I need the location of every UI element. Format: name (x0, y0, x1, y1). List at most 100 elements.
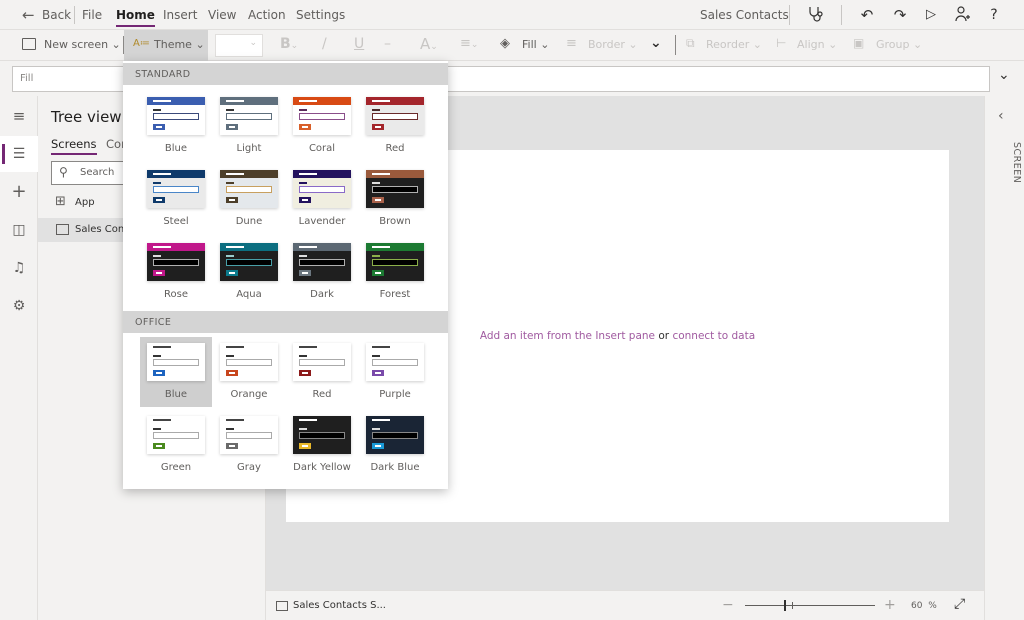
theme-tile-forest[interactable]: Forest (359, 237, 431, 307)
theme-flyout: STANDARD Blue Light Coral Red Steel Dune Laven… (123, 61, 448, 489)
theme-tile-dune[interactable]: Dune (213, 164, 285, 234)
theme-preview (293, 416, 351, 454)
strikethrough-button[interactable]: – (384, 36, 391, 52)
new-screen-label: New screen (44, 38, 109, 51)
back-button[interactable]: Back (42, 8, 71, 22)
preview-header-line (299, 419, 317, 421)
redo-icon[interactable]: ↷ (890, 5, 910, 25)
fit-to-window-icon[interactable]: ⤢ (954, 596, 965, 612)
theme-tile-red[interactable]: Red (286, 337, 358, 407)
theme-name: Dune (235, 216, 263, 227)
align-button[interactable]: Align ⌄ (797, 38, 837, 51)
zoom-unit: % (928, 601, 937, 611)
preview-header-line (372, 100, 390, 102)
menu-file[interactable]: File (82, 8, 102, 22)
theme-tile-blue[interactable]: Blue (140, 91, 212, 161)
theme-preview (293, 343, 351, 381)
zoom-slider-thumb[interactable] (784, 600, 786, 611)
menu-action[interactable]: Action (248, 8, 286, 22)
theme-tile-green[interactable]: Green (140, 410, 212, 480)
expand-formula-icon[interactable]: ⌄ (998, 67, 1010, 83)
screen-name[interactable]: Sales Contacts S... (293, 600, 386, 611)
tab-screens[interactable]: Screens (51, 137, 97, 155)
theme-name: Coral (308, 143, 336, 154)
theme-tile-orange[interactable]: Orange (213, 337, 285, 407)
theme-tile-blue[interactable]: Blue (140, 337, 212, 407)
preview-header (220, 416, 278, 424)
preview-input (226, 186, 272, 193)
font-size-select[interactable]: ⌄ (215, 34, 263, 57)
theme-tile-lavender[interactable]: Lavender (286, 164, 358, 234)
theme-preview (366, 97, 424, 135)
theme-tile-purple[interactable]: Purple (359, 337, 431, 407)
connect-data-link[interactable]: connect to data (672, 330, 755, 342)
theme-name: Aqua (236, 289, 262, 300)
zoom-in-button[interactable]: + (884, 597, 896, 613)
tree-view-title: Tree view (51, 108, 122, 126)
preview-header (147, 343, 205, 351)
app-icon: ⊞ (55, 194, 66, 209)
preview-button (226, 370, 238, 376)
theme-tile-light[interactable]: Light (213, 91, 285, 161)
underline-button[interactable]: U (354, 36, 364, 52)
theme-tile-rose[interactable]: Rose (140, 237, 212, 307)
zoom-slider[interactable] (745, 600, 875, 611)
preview-label (299, 182, 307, 184)
zoom-out-button[interactable]: − (722, 597, 734, 613)
media-icon[interactable]: ♫ (0, 250, 38, 286)
screen-pane-label[interactable]: SCREEN (1011, 142, 1022, 183)
theme-preview (147, 243, 205, 281)
theme-tile-aqua[interactable]: Aqua (213, 237, 285, 307)
theme-tile-dark[interactable]: Dark (286, 237, 358, 307)
divider (74, 6, 75, 24)
preview-button (372, 443, 384, 449)
new-screen-button[interactable]: New screen ⌄ (44, 38, 121, 51)
menu-insert[interactable]: Insert (163, 8, 197, 22)
reorder-button[interactable]: Reorder ⌄ (706, 38, 762, 51)
theme-tile-dark-blue[interactable]: Dark Blue (359, 410, 431, 480)
advanced-tools-icon[interactable]: ⚙ (0, 288, 38, 324)
help-icon[interactable]: ? (984, 5, 1004, 25)
theme-tile-dark-yellow[interactable]: Dark Yellow (286, 410, 358, 480)
add-user-icon[interactable] (952, 5, 972, 25)
theme-preview (366, 243, 424, 281)
theme-preview (220, 170, 278, 208)
text-align-button[interactable]: ≡⌄ (460, 36, 478, 51)
expand-pane-chevron-icon[interactable]: ‹ (998, 108, 1004, 124)
undo-icon[interactable]: ↶ (857, 5, 877, 25)
font-color-button[interactable]: A⌄ (420, 35, 438, 53)
data-cylinder-icon[interactable]: ◫ (0, 212, 38, 248)
more-chevron-icon[interactable]: ⌄ (650, 35, 662, 51)
theme-tile-brown[interactable]: Brown (359, 164, 431, 234)
insert-plus-icon[interactable]: + (0, 174, 38, 210)
preview-label (299, 255, 307, 257)
theme-button[interactable]: A≔ Theme ⌄ (124, 30, 208, 61)
preview-header-line (226, 419, 244, 421)
standard-themes-grid: Blue Light Coral Red Steel Dune Lavender Brown R… (123, 85, 448, 311)
back-arrow-icon[interactable]: ← (22, 6, 35, 24)
hamburger-menu-icon[interactable]: ≡ (0, 98, 38, 134)
menu-view[interactable]: View (208, 8, 236, 22)
insert-pane-link[interactable]: Add an item from the Insert pane (480, 330, 655, 342)
fill-button[interactable]: Fill ⌄ (522, 38, 549, 51)
play-icon[interactable]: ▷ (921, 5, 941, 25)
preview-button (299, 443, 311, 449)
tree-view-icon[interactable]: ☰ (0, 136, 38, 172)
theme-tile-red[interactable]: Red (359, 91, 431, 161)
bold-button[interactable]: B⌄ (280, 36, 298, 52)
theme-tile-steel[interactable]: Steel (140, 164, 212, 234)
preview-header-line (153, 419, 171, 421)
italic-button[interactable]: / (322, 36, 327, 52)
property-selector[interactable]: Fill (12, 66, 124, 92)
group-button[interactable]: Group ⌄ (876, 38, 922, 51)
preview-header (220, 170, 278, 178)
theme-tile-gray[interactable]: Gray (213, 410, 285, 480)
menu-settings[interactable]: Settings (296, 8, 345, 22)
theme-tile-coral[interactable]: Coral (286, 91, 358, 161)
border-icon: ≡ (566, 36, 577, 51)
theme-name: Blue (164, 143, 188, 154)
stethoscope-icon[interactable] (806, 5, 826, 25)
menu-home[interactable]: Home (116, 8, 155, 27)
border-button[interactable]: Border ⌄ (588, 38, 638, 51)
formula-input[interactable] (448, 66, 990, 92)
